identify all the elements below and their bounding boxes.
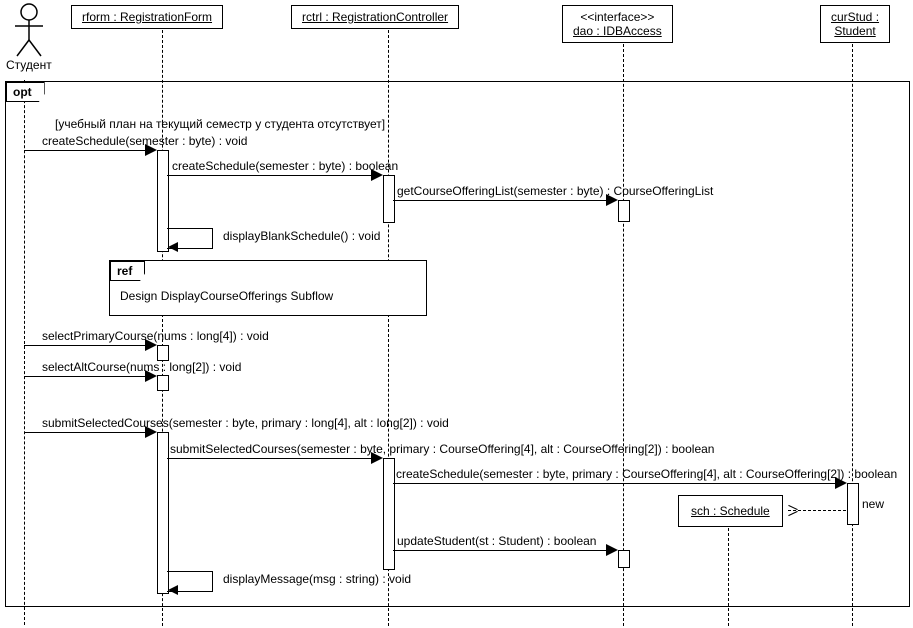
opt-label: opt xyxy=(6,82,45,102)
arrow-m11 xyxy=(393,550,612,551)
lifeline-sch xyxy=(728,528,729,626)
msg-create-schedule-bool: createSchedule(semester : byte) : boolea… xyxy=(172,159,398,173)
ref-text: Design DisplayCourseOfferings Subflow xyxy=(120,289,333,303)
lifeline-rctrl-label: rctrl : RegistrationController xyxy=(302,10,448,24)
arrowhead-m3 xyxy=(606,194,618,206)
arrowhead-m11 xyxy=(606,544,618,556)
lifeline-curstud-label1: curStud : xyxy=(831,10,879,24)
msg-get-course-offering-list: getCourseOfferingList(semester : byte) :… xyxy=(397,184,713,198)
msg-display-message: displayMessage(msg : string) : void xyxy=(223,572,411,586)
arrowhead-m12 xyxy=(168,585,178,595)
arrow-m5 xyxy=(24,345,151,346)
actor-student: Студент xyxy=(6,2,52,72)
arrow-m3 xyxy=(393,200,612,201)
stickman-icon xyxy=(11,2,47,58)
activation-curstud-1 xyxy=(847,483,859,525)
arrowhead-m1 xyxy=(145,144,157,156)
schedule-label: sch : Schedule xyxy=(691,504,770,518)
arrowhead-m5 xyxy=(145,339,157,351)
arrow-m8 xyxy=(167,458,377,459)
arrowhead-m4 xyxy=(168,242,178,252)
opt-fragment: opt xyxy=(5,81,910,607)
msg-submit-long: submitSelectedCourses(semester : byte, p… xyxy=(42,416,449,430)
ref-label: ref xyxy=(110,261,145,281)
lifeline-rform-head: rform : RegistrationForm xyxy=(71,5,223,29)
activation-rctrl-2 xyxy=(383,458,395,570)
arrow-m7 xyxy=(24,432,151,433)
arrow-m2 xyxy=(167,175,377,176)
opt-guard: [учебный план на текущий семестр у студе… xyxy=(55,117,385,131)
msg-display-blank-schedule: displayBlankSchedule() : void xyxy=(223,229,380,243)
activation-rctrl-1 xyxy=(383,175,395,223)
lifeline-curstud-head: curStud : Student xyxy=(820,5,890,43)
lifeline-dao-label: dao : IDBAccess xyxy=(573,24,662,38)
arrowhead-m8 xyxy=(371,452,383,464)
activation-rform-3 xyxy=(157,375,169,391)
arrowhead-m6 xyxy=(145,370,157,382)
arrow-m1 xyxy=(24,150,151,151)
activation-dao-1 xyxy=(618,200,630,222)
msg-submit-co: submitSelectedCourses(semester : byte, p… xyxy=(170,442,714,456)
lifeline-dao-head: <<interface>> dao : IDBAccess xyxy=(562,5,673,43)
lifeline-curstud-label2: Student xyxy=(834,24,875,38)
schedule-object: sch : Schedule xyxy=(678,495,783,527)
arrow-m9 xyxy=(393,483,841,484)
msg-create-schedule-co: createSchedule(semester : byte, primary … xyxy=(396,467,897,481)
lifeline-rform-label: rform : RegistrationForm xyxy=(82,10,212,24)
activation-rform-4 xyxy=(157,432,169,594)
arrowhead-m2 xyxy=(371,169,383,181)
sequence-diagram: Студент rform : RegistrationForm rctrl :… xyxy=(0,0,913,628)
lifeline-dao-stereotype: <<interface>> xyxy=(580,10,654,24)
lifeline-rctrl-head: rctrl : RegistrationController xyxy=(291,5,459,29)
msg-update-student: updateStudent(st : Student) : boolean xyxy=(397,534,596,548)
arrowhead-m9 xyxy=(835,477,847,489)
arrow-m6 xyxy=(24,376,151,377)
msg-select-alt: selectAltCourse(nums : long[2]) : void xyxy=(42,360,241,374)
actor-label: Студент xyxy=(6,58,52,72)
activation-rform-2 xyxy=(157,345,169,361)
activation-dao-2 xyxy=(618,550,630,568)
msg-new: new xyxy=(862,497,884,511)
arrowhead-m7 xyxy=(145,426,157,438)
ref-fragment: ref Design DisplayCourseOfferings Subflo… xyxy=(109,260,427,316)
